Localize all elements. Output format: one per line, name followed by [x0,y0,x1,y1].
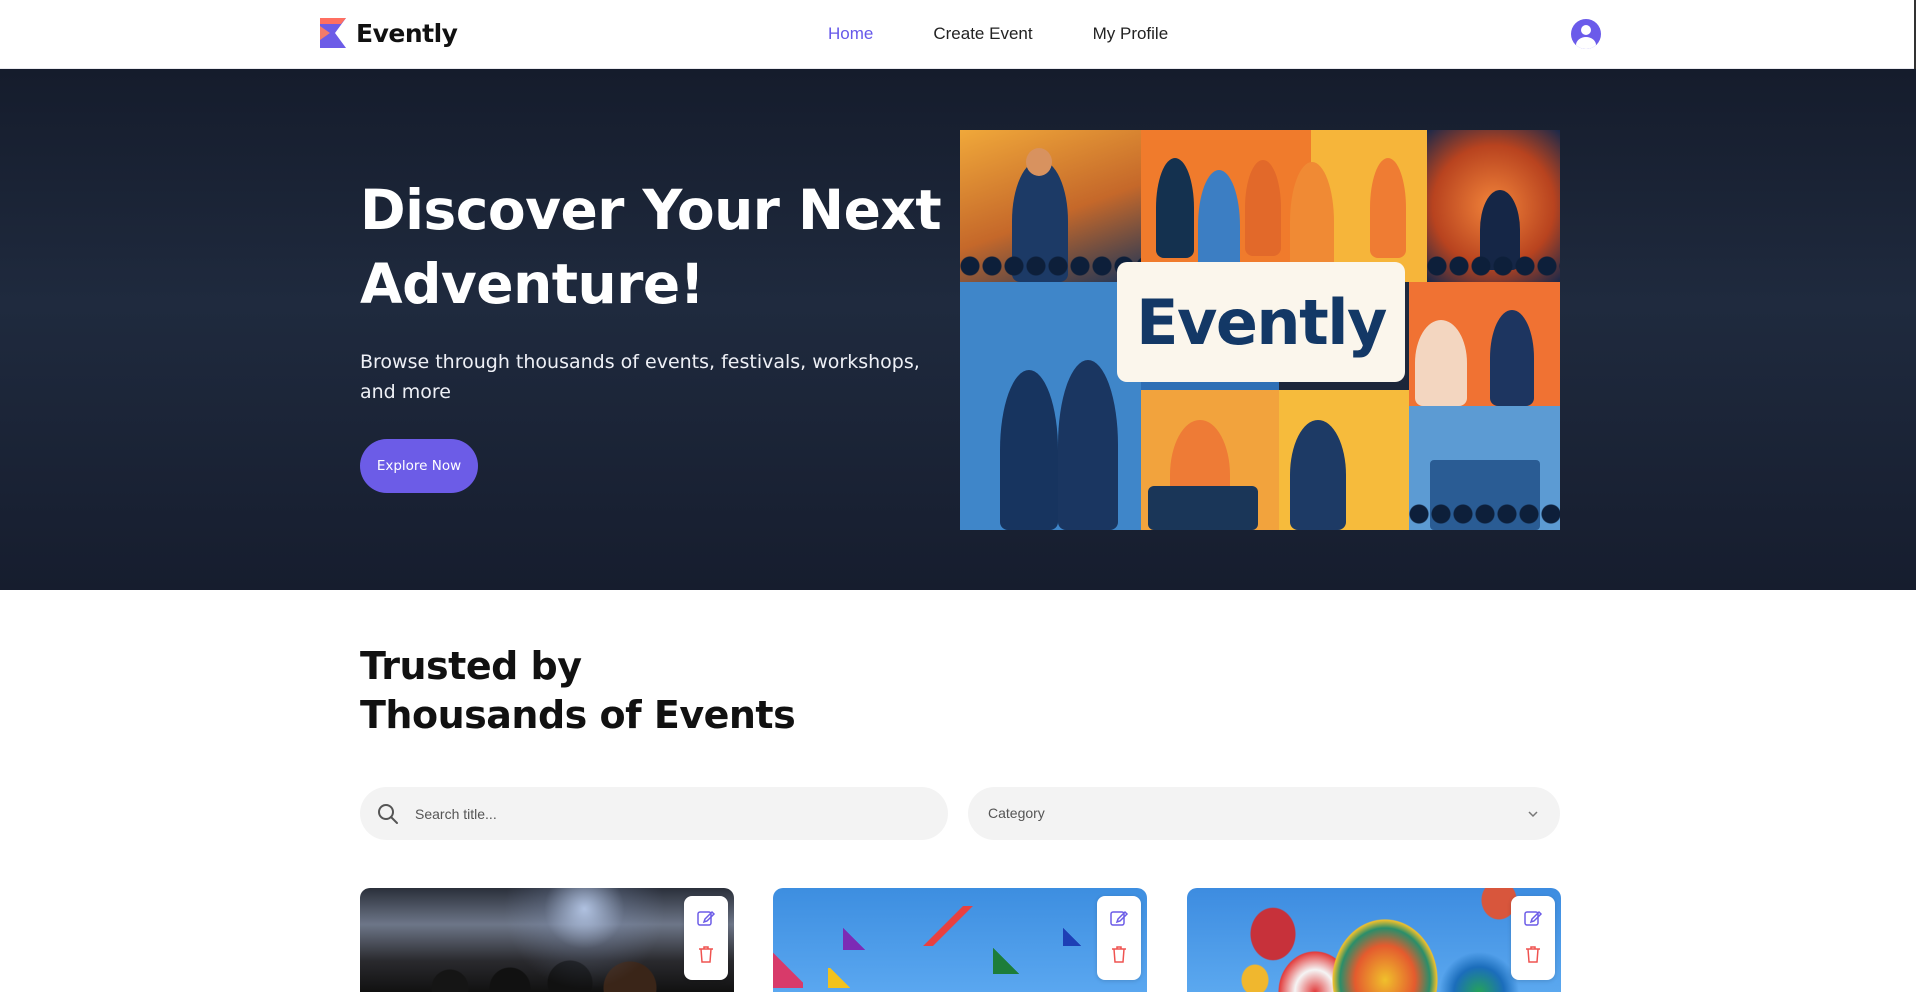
event-card-image [360,888,734,992]
event-card-actions [1511,896,1555,980]
event-card-actions [1097,896,1141,980]
chevron-down-icon [1528,811,1538,818]
delete-icon[interactable] [696,944,716,964]
collage-logo-text: Evently [1136,285,1387,359]
hero-banner: Discover Your Next Adventure! Browse thr… [0,69,1916,590]
hero-title: Discover Your Next Adventure! [360,178,942,316]
event-card[interactable] [1187,888,1561,992]
user-avatar-icon[interactable] [1571,19,1601,49]
hero-collage-image: Evently [960,130,1560,530]
brand-logo[interactable]: Evently [318,16,458,50]
event-card-image [773,888,1147,992]
edit-icon[interactable] [696,908,716,928]
edit-icon[interactable] [1109,908,1129,928]
search-bar[interactable] [360,787,948,840]
category-select[interactable]: Category [968,787,1560,840]
section-title: Trusted by Thousands of Events [360,642,796,740]
main-nav: Home Create Event My Profile [828,24,1168,44]
edit-icon[interactable] [1523,908,1543,928]
delete-icon[interactable] [1523,944,1543,964]
event-card-actions [684,896,728,980]
collage-logo-card: Evently [1117,262,1405,382]
nav-create-event[interactable]: Create Event [933,24,1032,44]
top-navbar: Evently Home Create Event My Profile [0,0,1916,69]
section-title-line1: Trusted by [360,644,582,688]
brand-name: Evently [356,18,458,48]
evently-logo-icon [320,18,346,48]
nav-home[interactable]: Home [828,24,873,44]
search-icon [378,804,398,824]
explore-now-button[interactable]: Explore Now [360,439,478,493]
event-card[interactable] [773,888,1147,992]
nav-my-profile[interactable]: My Profile [1093,24,1169,44]
search-input[interactable] [415,787,915,840]
section-title-line2: Thousands of Events [360,693,796,737]
event-card-image [1187,888,1561,992]
hero-subtitle: Browse through thousands of events, fest… [360,351,920,403]
event-card[interactable] [360,888,734,992]
delete-icon[interactable] [1109,944,1129,964]
category-select-value: Category [988,805,1045,821]
